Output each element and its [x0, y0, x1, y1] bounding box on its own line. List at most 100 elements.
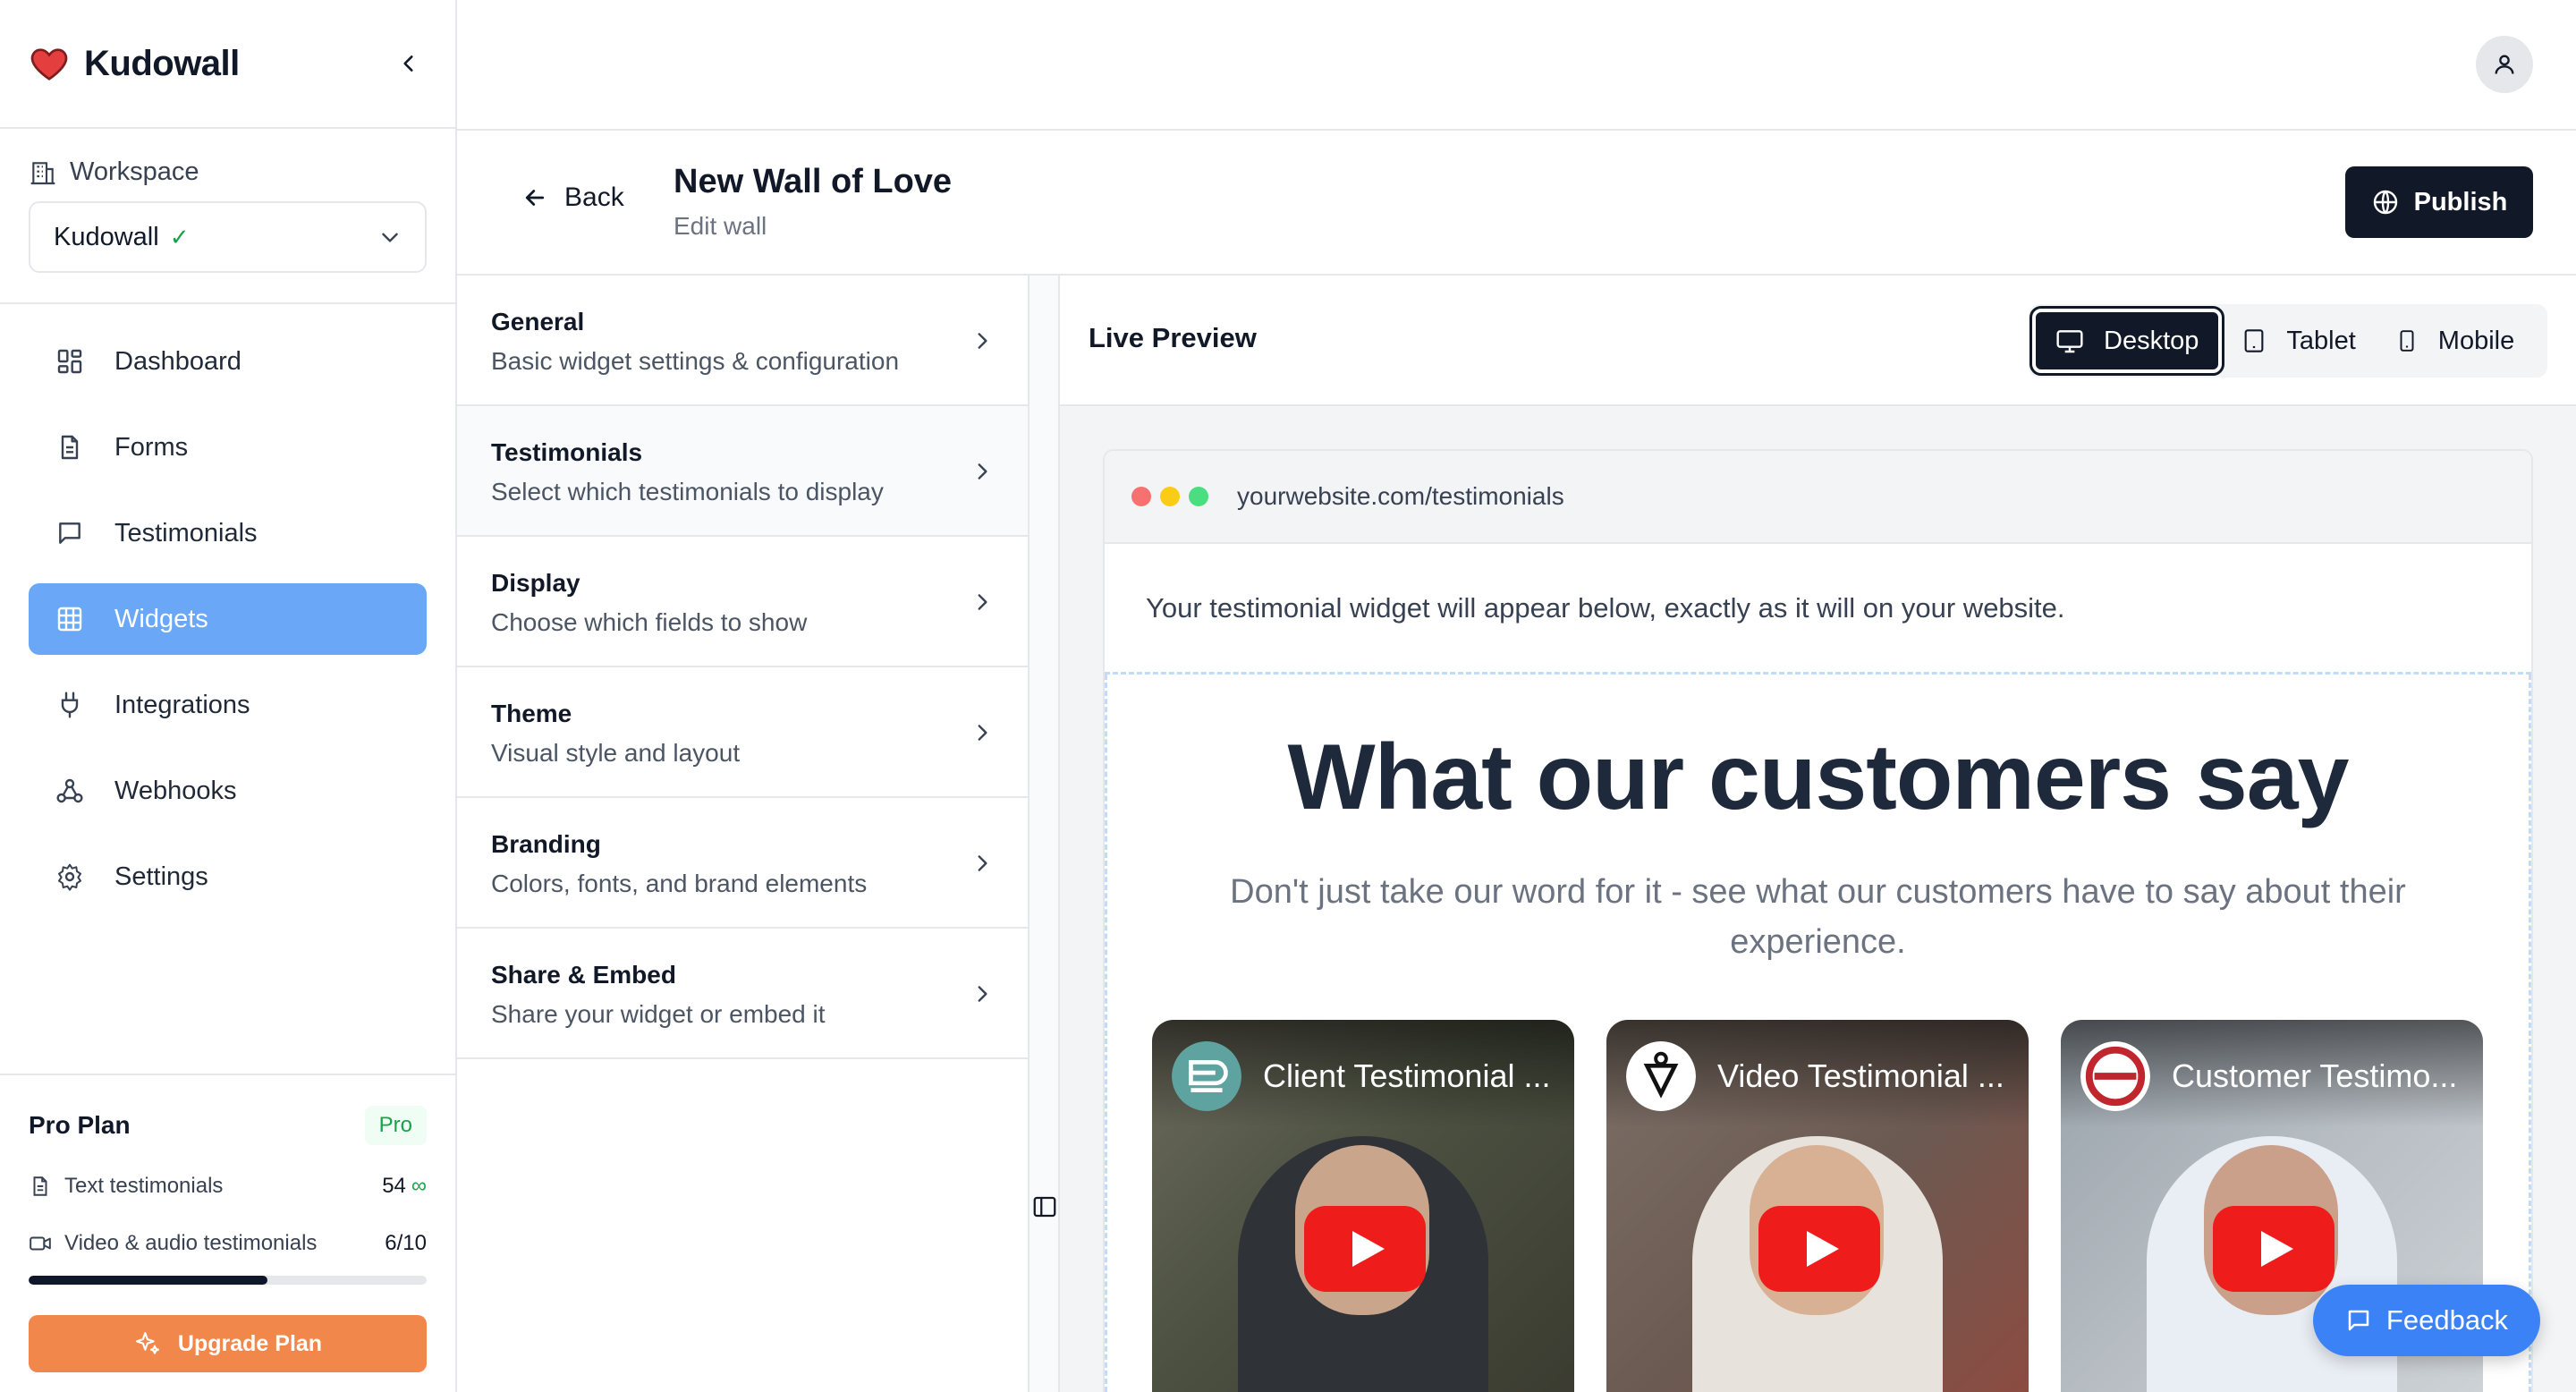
- video-testimonials-value: 6/10: [385, 1231, 427, 1255]
- settings-item-share-embed[interactable]: Share & Embed Share your widget or embed…: [457, 929, 1028, 1059]
- video-card[interactable]: Video Testimonial ...: [1606, 1020, 2029, 1392]
- settings-item-title: Testimonials: [491, 438, 643, 466]
- window-dot-red: [1131, 487, 1151, 506]
- video-testimonials-label: Video & audio testimonials: [64, 1231, 318, 1255]
- panel-resize-handle[interactable]: [1030, 276, 1060, 1392]
- nav-label: Integrations: [114, 690, 250, 719]
- panel-toggle-icon: [1033, 1196, 1056, 1218]
- preview-notice: Your testimonial widget will appear belo…: [1105, 544, 2531, 675]
- file-text-icon: [33, 1176, 47, 1196]
- verified-check-icon: ✓: [169, 223, 190, 250]
- settings-item-display[interactable]: Display Choose which fields to show: [457, 537, 1028, 667]
- message-square-icon: [2348, 1310, 2369, 1331]
- app-name: Kudowall: [84, 43, 240, 83]
- brand-header: Kudowall: [0, 0, 455, 129]
- chevron-right-icon: [978, 333, 987, 349]
- nav-item-integrations[interactable]: Integrations: [29, 669, 427, 741]
- feedback-label: Feedback: [2385, 1304, 2509, 1336]
- chevron-left-icon: [403, 55, 413, 72]
- settings-item-general[interactable]: General Basic widget settings & configur…: [457, 276, 1028, 406]
- feedback-button[interactable]: Feedback: [2313, 1285, 2540, 1356]
- plan-header: Pro Plan Pro: [29, 1104, 427, 1147]
- infinity-icon: ∞: [411, 1174, 427, 1198]
- file-icon: [61, 435, 79, 460]
- device-toggle: Desktop Tablet Mobile: [2029, 304, 2547, 378]
- preview-title: Live Preview: [1089, 322, 1257, 353]
- youtube-play-icon[interactable]: [1758, 1206, 1880, 1292]
- nav-label: Forms: [114, 432, 189, 462]
- device-mobile-button[interactable]: Mobile: [2376, 309, 2534, 373]
- settings-item-title: Theme: [491, 700, 572, 727]
- gear-icon: [58, 863, 81, 891]
- youtube-play-icon[interactable]: [1304, 1206, 1426, 1292]
- device-tablet-button[interactable]: Tablet: [2222, 309, 2375, 373]
- preview-header: Live Preview Desktop Tablet Mobile: [1060, 276, 2576, 406]
- sidebar: Kudowall Workspace Kudowall ✓ Dashboard …: [0, 0, 457, 1392]
- live-preview-panel: Live Preview Desktop Tablet Mobile yourw…: [1060, 276, 2576, 1392]
- settings-item-title: Share & Embed: [491, 961, 676, 989]
- nav-label: Widgets: [114, 604, 208, 633]
- arrow-left-icon: [525, 190, 545, 206]
- nav-item-dashboard[interactable]: Dashboard: [29, 326, 427, 397]
- upgrade-plan-button[interactable]: Upgrade Plan: [29, 1315, 427, 1372]
- workspace-select[interactable]: Kudowall ✓: [29, 201, 427, 273]
- settings-item-testimonials[interactable]: Testimonials Select which testimonials t…: [457, 406, 1028, 537]
- page-header: Back New Wall of Love Edit wall Publish: [457, 131, 2576, 276]
- nga-logo-icon: [1172, 1041, 1241, 1111]
- nav-item-widgets[interactable]: Widgets: [29, 583, 427, 655]
- video-title: Video Testimonial ...: [1717, 1057, 2004, 1094]
- testimonial-widget: What our customers say Don't just take o…: [1105, 675, 2531, 1392]
- smartphone-icon: [2400, 330, 2414, 352]
- main-nav: Dashboard Forms Testimonials Widgets Int…: [0, 304, 455, 948]
- chevron-right-icon: [978, 463, 987, 480]
- nav-item-forms[interactable]: Forms: [29, 412, 427, 483]
- browser-address-bar: yourwebsite.com/testimonials: [1105, 451, 2531, 544]
- settings-list: General Basic widget settings & configur…: [457, 276, 1030, 1392]
- back-button[interactable]: Back: [521, 182, 624, 213]
- video-grid: Client Testimonial ... Video Testimonial…: [1152, 1020, 2483, 1392]
- settings-item-branding[interactable]: Branding Colors, fonts, and brand elemen…: [457, 798, 1028, 929]
- chevron-right-icon: [978, 594, 987, 610]
- text-testimonials-label: Text testimonials: [64, 1174, 224, 1198]
- chevron-right-icon: [978, 725, 987, 741]
- youtube-play-icon[interactable]: [2213, 1206, 2334, 1292]
- window-dot-yellow: [1160, 487, 1180, 506]
- grid-icon: [57, 607, 82, 632]
- widget-title: What our customers say: [1287, 726, 2350, 829]
- settings-item-desc: Visual style and layout: [491, 739, 741, 767]
- text-testimonials-value: 54: [382, 1174, 406, 1198]
- settings-item-title: General: [491, 308, 585, 335]
- device-tablet-label: Tablet: [2286, 326, 2356, 355]
- workspace-label-text: Workspace: [70, 157, 199, 186]
- collapse-sidebar-button[interactable]: [391, 46, 427, 81]
- settings-item-desc: Select which testimonials to display: [491, 478, 884, 505]
- video-usage-bar: [29, 1276, 427, 1285]
- nav-item-webhooks[interactable]: Webhooks: [29, 755, 427, 827]
- settings-item-desc: Colors, fonts, and brand elements: [491, 870, 868, 897]
- user-avatar-button[interactable]: [2476, 36, 2533, 93]
- widget-subtitle: Don't just take our word for it - see wh…: [1230, 873, 2406, 961]
- device-mobile-label: Mobile: [2437, 326, 2515, 355]
- plug-icon: [61, 692, 79, 718]
- tablet-icon: [2245, 329, 2264, 352]
- video-testimonials-usage: Video & audio testimonials 6/10: [29, 1226, 427, 1261]
- video-card[interactable]: Client Testimonial ...: [1152, 1020, 1574, 1392]
- plan-title: Pro Plan: [29, 1111, 131, 1139]
- publish-button[interactable]: Publish: [2345, 166, 2533, 238]
- chevron-right-icon: [978, 986, 987, 1002]
- nav-item-settings[interactable]: Settings: [29, 841, 427, 912]
- message-icon: [59, 522, 80, 544]
- device-desktop-button[interactable]: Desktop: [2029, 306, 2225, 376]
- nav-item-testimonials[interactable]: Testimonials: [29, 497, 427, 569]
- page-subtitle: Edit wall: [674, 212, 767, 240]
- settings-item-desc: Share your widget or embed it: [491, 1000, 826, 1028]
- chevron-down-icon: [382, 233, 398, 242]
- settings-item-theme[interactable]: Theme Visual style and layout: [457, 667, 1028, 798]
- plan-panel: Pro Plan Pro Text testimonials 54 ∞ Vide…: [0, 1074, 455, 1392]
- browser-url: yourwebsite.com/testimonials: [1237, 482, 1564, 510]
- device-desktop-label: Desktop: [2104, 326, 2199, 355]
- page-title-block: New Wall of Love Edit wall: [674, 163, 952, 241]
- shield-logo-icon: [1626, 1041, 1696, 1111]
- back-label: Back: [564, 182, 624, 212]
- nav-label: Settings: [114, 862, 208, 891]
